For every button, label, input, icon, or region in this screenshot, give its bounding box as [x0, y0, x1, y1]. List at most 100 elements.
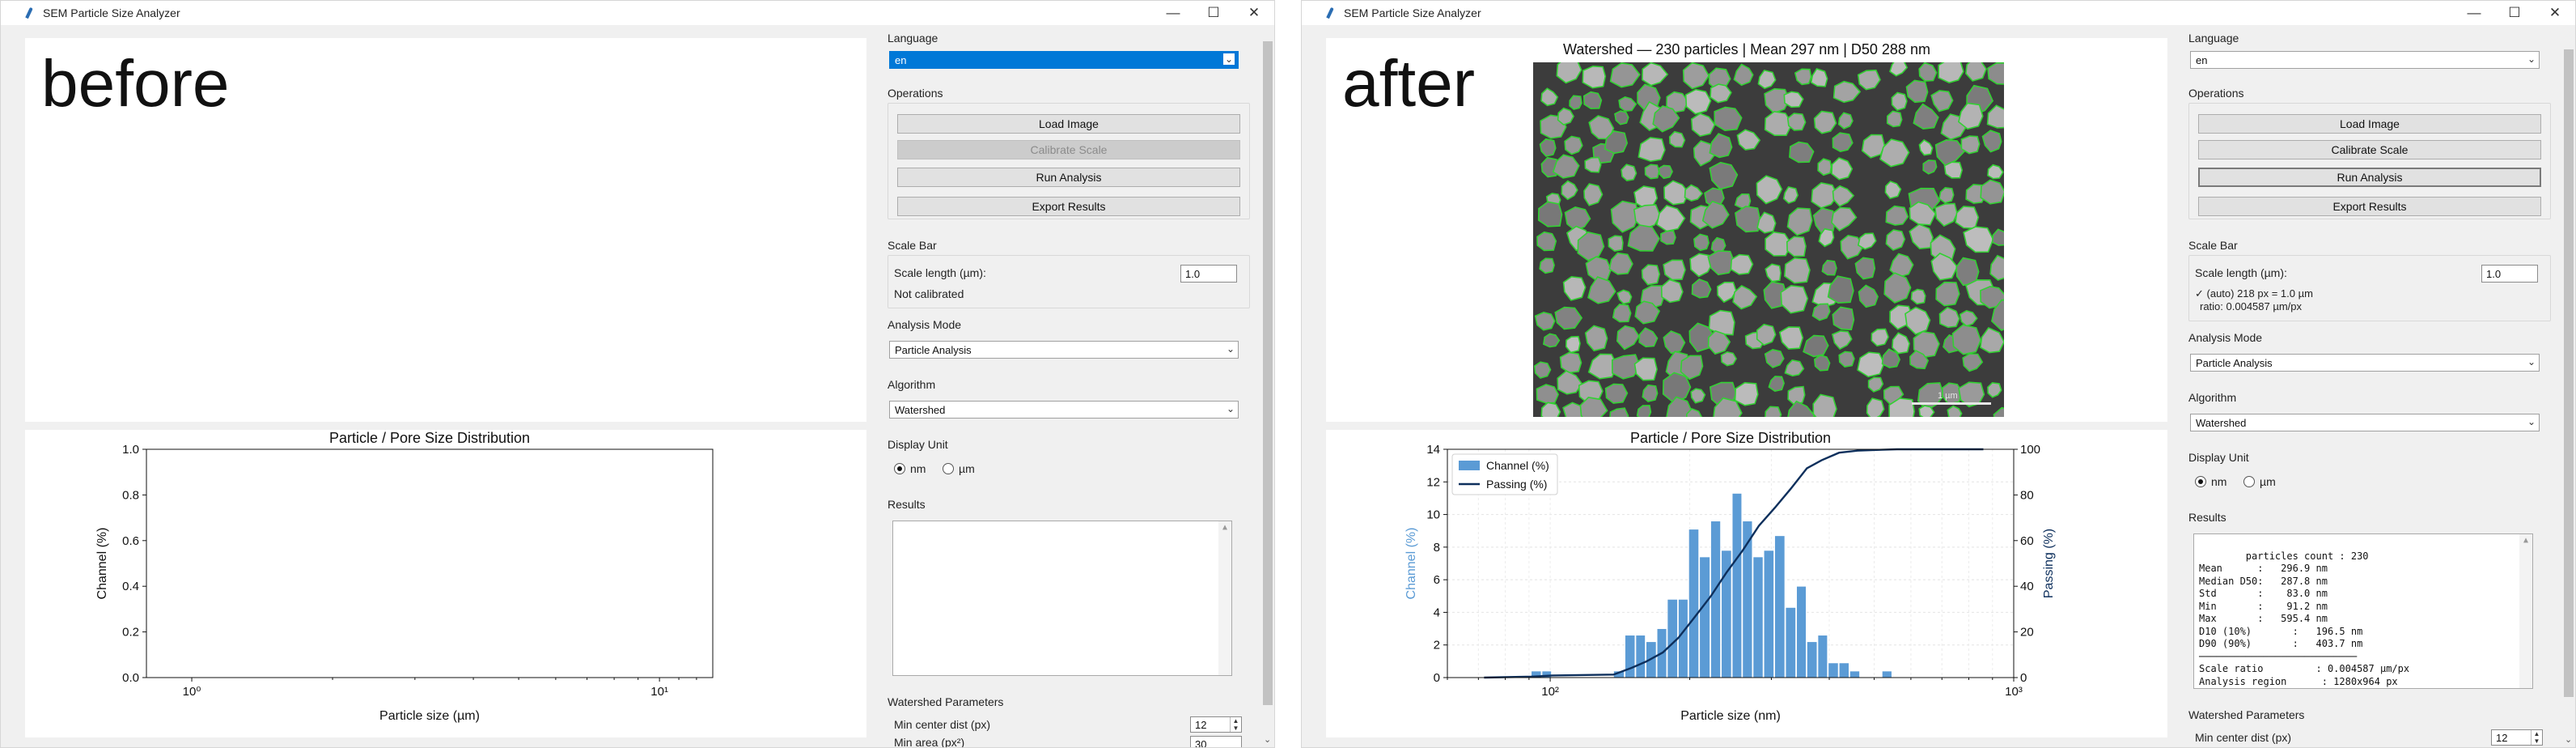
- language-combobox[interactable]: en ⌄: [889, 51, 1239, 69]
- language-combobox[interactable]: en ⌄: [2190, 51, 2540, 69]
- particle-outline: [1918, 138, 1934, 156]
- export-results-button[interactable]: Export Results: [897, 197, 1240, 216]
- particle-outline: [1735, 206, 1761, 233]
- legend-swatch-channel: [1459, 461, 1480, 470]
- histogram-bar: [1667, 598, 1678, 678]
- results-group: Results ▲: [888, 498, 1250, 700]
- histogram-bar: [1807, 641, 1818, 678]
- particle-outline: [1608, 235, 1624, 253]
- min-area-value: 30: [1195, 738, 1207, 748]
- results-scrollbar[interactable]: ▲: [2519, 534, 2532, 688]
- maximize-button[interactable]: ☐: [2494, 1, 2535, 25]
- particle-outline: [1604, 383, 1629, 404]
- particle-outline: [1609, 407, 1629, 417]
- particle-outline: [1660, 230, 1676, 245]
- particle-outline: [1714, 106, 1743, 132]
- control-panel: Language en ⌄ Operations Load Image Cali…: [2185, 25, 2557, 747]
- particle-outline: [1564, 135, 1583, 155]
- algorithm-label: Algorithm: [2188, 391, 2237, 404]
- y-tick-label: 0.4: [122, 580, 139, 593]
- y-tick-label: 0.0: [122, 671, 139, 685]
- app-feather-icon: [23, 7, 35, 19]
- min-center-dist-value: 12: [2496, 732, 2508, 744]
- histogram-bar: [1699, 556, 1710, 678]
- particle-outline: [1962, 353, 1984, 372]
- particle-outline: [1684, 88, 1712, 115]
- close-button[interactable]: ✕: [1234, 1, 1274, 25]
- results-scrollbar[interactable]: ▲: [1218, 521, 1231, 675]
- particle-outline: [1782, 185, 1799, 204]
- spin-arrows-icon[interactable]: ▲ ▼: [1230, 717, 1241, 732]
- particle-outline: [1540, 402, 1561, 417]
- scroll-down-icon[interactable]: ⌄: [1264, 734, 1271, 745]
- particle-outline: [1951, 324, 1982, 355]
- particle-outline: [1709, 133, 1733, 159]
- watershed-params-group: Watershed Parameters Min center dist (px…: [888, 695, 1250, 748]
- minimize-button[interactable]: —: [2454, 1, 2494, 25]
- panel-scrollbar[interactable]: ⌄: [2561, 25, 2575, 747]
- chevron-down-icon: ⌄: [2527, 356, 2536, 368]
- scroll-down-icon[interactable]: ⌄: [2565, 734, 2572, 745]
- unit-nm-radio[interactable]: nm: [894, 462, 926, 475]
- min-center-dist-spinbox[interactable]: 12 ▲ ▼: [2491, 729, 2543, 746]
- maximize-button[interactable]: ☐: [1193, 1, 1234, 25]
- load-image-button[interactable]: Load Image: [2198, 114, 2541, 134]
- watershed-params-group: Watershed Parameters Min center dist (px…: [2188, 708, 2551, 747]
- minimize-button[interactable]: —: [1153, 1, 1193, 25]
- analysis-mode-combobox[interactable]: Particle Analysis ⌄: [889, 341, 1239, 359]
- panel-scrollbar[interactable]: ⌄: [1260, 25, 1274, 747]
- unit-um-radio[interactable]: µm: [943, 462, 975, 475]
- particle-outline: [1987, 164, 2004, 180]
- particle-outline: [1922, 159, 1938, 175]
- scrollbar-thumb[interactable]: [1263, 41, 1273, 705]
- analysis-mode-combobox[interactable]: Particle Analysis ⌄: [2190, 354, 2540, 372]
- particle-outline: [1813, 354, 1831, 372]
- export-results-button[interactable]: Export Results: [2198, 197, 2541, 216]
- scale-length-input[interactable]: 1.0: [2481, 265, 2538, 283]
- particle-outline: [1618, 96, 1638, 112]
- display-unit-group: Display Unit nm µm: [888, 438, 1250, 490]
- y-tick-label: 4: [1434, 606, 1440, 619]
- results-textbox[interactable]: ▲: [892, 521, 1232, 676]
- particle-outline: [1583, 183, 1604, 206]
- particle-outline: [1690, 113, 1716, 137]
- histogram-bar: [1752, 556, 1764, 678]
- scale-length-input[interactable]: 1.0: [1180, 265, 1237, 283]
- unit-um-radio[interactable]: µm: [2243, 475, 2276, 488]
- histogram-bar: [1731, 492, 1743, 678]
- run-analysis-button[interactable]: Run Analysis: [897, 168, 1240, 187]
- window-after: SEM Particle Size Analyzer — ☐ ✕ after W…: [1301, 0, 2576, 748]
- particle-outline: [1536, 231, 1557, 252]
- particle-outline: [1540, 87, 1559, 107]
- window-title: SEM Particle Size Analyzer: [1344, 6, 1481, 19]
- scrollbar-thumb[interactable]: [2564, 49, 2574, 697]
- min-area-spinbox[interactable]: 30: [1190, 736, 1242, 748]
- y-axis-label: Channel (%): [95, 528, 109, 600]
- algorithm-combobox[interactable]: Watershed ⌄: [889, 401, 1239, 419]
- run-analysis-button[interactable]: Run Analysis: [2198, 168, 2541, 187]
- min-center-dist-label: Min center dist (px): [894, 718, 991, 731]
- y-tick-label: 1.0: [122, 443, 139, 457]
- algorithm-combobox[interactable]: Watershed ⌄: [2190, 414, 2540, 431]
- calibrate-scale-button[interactable]: Calibrate Scale: [897, 140, 1240, 159]
- particle-outline: [1837, 112, 1854, 130]
- y-tick-label: 8: [1434, 541, 1440, 555]
- scale-length-label: Scale length (µm):: [894, 266, 986, 279]
- results-textbox[interactable]: particles count : 230 Mean : 296.9 nm Me…: [2193, 533, 2533, 689]
- min-center-dist-spinbox[interactable]: 12 ▲ ▼: [1190, 716, 1242, 733]
- particle-outline: [1552, 154, 1580, 179]
- particle-outline: [1784, 359, 1805, 377]
- particle-outline: [1884, 181, 1902, 200]
- load-image-button[interactable]: Load Image: [897, 114, 1240, 134]
- particle-outline: [1959, 310, 1978, 327]
- calibrate-scale-button[interactable]: Calibrate Scale: [2198, 140, 2541, 159]
- particle-outline: [1633, 357, 1658, 381]
- particle-outline: [1965, 62, 1987, 82]
- particle-outline: [1765, 406, 1782, 417]
- spin-arrows-icon[interactable]: ▲ ▼: [2531, 730, 2542, 745]
- unit-nm-radio[interactable]: nm: [2195, 475, 2226, 488]
- particle-outline: [1616, 325, 1640, 351]
- particle-outline: [1857, 232, 1877, 250]
- language-group: Language en ⌄: [2188, 32, 2551, 80]
- close-button[interactable]: ✕: [2535, 1, 2575, 25]
